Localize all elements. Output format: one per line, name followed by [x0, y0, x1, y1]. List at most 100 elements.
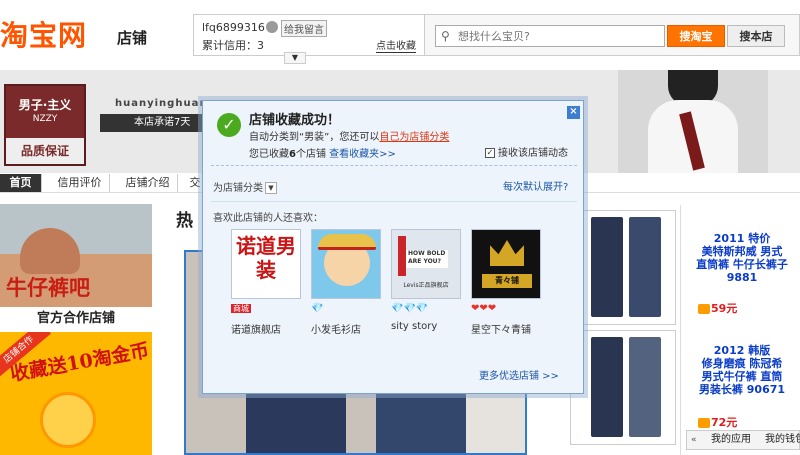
hot-section-title: 热 — [176, 211, 193, 231]
search-area: ⚲ 搜淘宝 搜本店 — [425, 14, 800, 56]
receive-updates-checkbox[interactable]: ✓ 接收该店铺动态 — [485, 144, 568, 159]
favorite-success-dialog: × ✓ 店铺收藏成功！ 自动分类到“男装”，您还可以自己为店铺分类 您已收藏6个… — [202, 100, 584, 394]
promo-caption: 官方合作店铺 — [0, 307, 152, 330]
quality-badge: 品质保证 — [6, 138, 84, 164]
count-prefix: 您已收藏 — [249, 149, 289, 160]
categorize-label: 为店铺分类 — [213, 183, 263, 194]
price-tag-icon — [698, 304, 710, 314]
divider — [211, 201, 577, 202]
jeans-image — [629, 217, 661, 317]
mall-badge: 商城 — [231, 304, 251, 313]
product-title[interactable]: 2012 韩版 修身磨痕 陈冠希 男式牛仔裤 直筒 男装长裤 90671 — [688, 344, 796, 396]
product-image[interactable] — [570, 210, 676, 325]
custom-category-link[interactable]: 自己为店铺分类 — [379, 132, 449, 143]
coin-icon — [40, 392, 96, 448]
bottom-toolbar: « 我的应用 我的钱包 — [686, 430, 800, 450]
promo-title: 牛仔裤吧 — [6, 275, 90, 300]
expand-default-link[interactable]: 每次默认展开? — [503, 178, 568, 193]
model-photo — [618, 70, 768, 173]
price-value: 59元 — [711, 302, 738, 315]
chevron-down-icon[interactable]: ▼ — [284, 52, 306, 64]
jeans-image — [591, 217, 623, 317]
recommended-shop[interactable]: HOW BOLD ARE YOU? Levis正品旗舰店 💎💎💎 sity st… — [391, 229, 465, 332]
close-icon[interactable]: × — [567, 106, 580, 119]
straw-hat — [318, 234, 376, 250]
nav-credit[interactable]: 信用评价 — [50, 174, 110, 192]
shop-name-link[interactable]: sity story — [391, 321, 437, 332]
shop-info-box: lfq6899316 给我留言 累计信用：3 点击收藏 — [193, 14, 425, 56]
shop-thumbnail[interactable]: HOW BOLD ARE YOU? Levis正品旗舰店 — [391, 229, 461, 299]
categorize-dropdown[interactable]: 为店铺分类 ▼ — [213, 179, 277, 194]
shop-name-link[interactable]: 诺道旗舰店 — [231, 321, 281, 336]
product-title-line: 男式牛仔裤 直筒 — [701, 370, 783, 383]
taobao-logo[interactable]: 淘宝网 — [0, 14, 87, 54]
shop-thumb-subtext: Levis正品旗舰店 — [403, 282, 449, 289]
search-input[interactable] — [458, 28, 658, 44]
recommended-shop[interactable]: 诺道男装 商城 诺道旗舰店 — [231, 229, 305, 336]
my-wallet-link[interactable]: 我的钱包 — [765, 431, 800, 449]
nav-home[interactable]: 首页 — [0, 174, 42, 192]
search-box: ⚲ — [435, 25, 665, 47]
heart-icon: ❤❤❤ — [471, 303, 497, 314]
shop-thumbnail[interactable]: 诺道男装 — [231, 229, 301, 299]
diamond-icon: 💎 — [311, 303, 324, 314]
product-title-line: 2011 特价 — [713, 232, 771, 245]
brand-tab — [398, 236, 406, 276]
seller-username[interactable]: lfq6899316 — [202, 21, 265, 34]
product-title-line: 9881 — [726, 271, 758, 284]
product-title[interactable]: 2011 特价 美特斯邦威 男式 直筒裤 牛仔长裤子 9881 — [688, 232, 796, 284]
shop-thumb-text: 诺道男装 — [236, 234, 296, 282]
shop-thumbnail[interactable]: 青々铺 — [471, 229, 541, 299]
wangwang-icon[interactable] — [266, 21, 278, 33]
logo-subtitle: 店铺 — [117, 29, 148, 47]
brand-name: 男子·主义 — [18, 98, 72, 112]
promo-jeans-bar[interactable]: 牛仔裤吧 官方合作店铺 — [0, 204, 152, 330]
product-image[interactable] — [570, 330, 676, 445]
product-title-line: 修身磨痕 陈冠希 — [701, 357, 783, 370]
shop-name-link[interactable]: 小发毛衫店 — [311, 321, 361, 336]
also-like-label: 喜欢此店铺的人还喜欢： — [213, 213, 323, 224]
dialog-category-line: 自动分类到“男装”，您还可以自己为店铺分类 — [249, 128, 449, 143]
my-apps-link[interactable]: 我的应用 — [711, 431, 751, 449]
shop-rank: ❤❤❤ — [471, 303, 496, 315]
checkbox-label: 接收该店铺动态 — [498, 148, 568, 159]
brand-abbr: NZZY — [32, 114, 58, 124]
favorite-shop-button[interactable]: 点击收藏 — [376, 37, 416, 53]
nav-about[interactable]: 店铺介绍 — [118, 174, 178, 192]
shop-name: huanyinghuang — [115, 98, 216, 109]
shop-rank: 💎 — [311, 303, 323, 315]
jeans-image — [591, 337, 623, 437]
promo-taojinbi[interactable]: 店铺合作 收藏送10淘金币 — [0, 332, 152, 455]
product-title-line: 2012 韩版 — [713, 344, 771, 357]
search-taobao-button[interactable]: 搜淘宝 — [667, 25, 725, 47]
recommended-shop[interactable]: 青々铺 ❤❤❤ 星空下々青铺 — [471, 229, 545, 336]
product-title-line: 直筒裤 牛仔长裤子 — [696, 258, 788, 271]
category-text: 自动分类到“男装”，您还可以 — [249, 132, 380, 143]
price-tag-icon — [698, 418, 710, 428]
product-price: 72元 — [698, 414, 737, 430]
more-shops-link[interactable]: 更多优选店铺 >> — [479, 367, 559, 382]
search-shop-button[interactable]: 搜本店 — [727, 25, 785, 47]
product-price: 59元 — [698, 300, 737, 316]
left-column: 牛仔裤吧 官方合作店铺 店铺合作 收藏送10淘金币 — [0, 204, 152, 455]
leave-message-button[interactable]: 给我留言 — [281, 20, 327, 37]
banner-decoration — [120, 138, 210, 164]
diamond-icon: 💎💎💎 — [391, 303, 429, 314]
divider — [211, 165, 577, 166]
recommended-shop[interactable]: 💎 小发毛衫店 — [311, 229, 385, 336]
count-suffix: 个店铺 — [295, 149, 326, 160]
shop-thumbnail[interactable] — [311, 229, 381, 299]
credit-text: 累计信用：3 — [202, 39, 264, 52]
crown-icon — [490, 240, 524, 266]
check-icon: ✓ — [217, 113, 241, 137]
chevron-down-icon[interactable]: ▼ — [265, 182, 277, 194]
dialog-title: 店铺收藏成功！ — [249, 113, 341, 128]
shop-thumb-text: 青々铺 — [482, 274, 532, 288]
shop-name-link[interactable]: 星空下々青铺 — [471, 321, 531, 336]
dialog-count-line: 您已收藏6个店铺 查看收藏夹>> — [249, 145, 396, 160]
checkbox-icon[interactable]: ✓ — [485, 148, 495, 158]
view-favorites-link[interactable]: 查看收藏夹>> — [329, 149, 396, 160]
favorite-count: 6 — [289, 149, 296, 160]
collapse-icon[interactable]: « — [691, 431, 697, 449]
brand-logo[interactable]: 男子·主义 NZZY 品质保证 — [4, 84, 86, 166]
